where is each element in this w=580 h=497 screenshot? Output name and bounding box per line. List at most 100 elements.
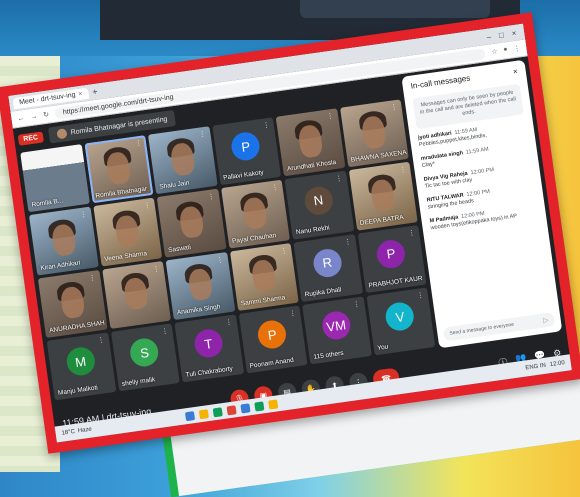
app-icon[interactable]: [226, 404, 237, 415]
participant-name: Manju Malkoti: [57, 384, 99, 397]
chrome-icon[interactable]: [212, 406, 223, 417]
tile-menu-icon[interactable]: ⋮: [289, 309, 297, 318]
close-panel-icon[interactable]: ×: [512, 67, 518, 77]
participant-name: Romila B...: [31, 197, 64, 209]
tile-menu-icon[interactable]: ⋮: [262, 121, 270, 130]
participant-name: Veena Sharma: [103, 249, 148, 263]
participant-tile[interactable]: P ⋮ Pallavi Kakoty: [211, 117, 282, 186]
maximize-button[interactable]: □: [498, 30, 504, 40]
taskbar-clock[interactable]: 12:00: [549, 360, 565, 368]
mail-icon[interactable]: [268, 398, 279, 410]
participant-avatar: V: [384, 300, 416, 333]
tile-menu-icon[interactable]: ⋮: [97, 336, 105, 345]
edge-icon[interactable]: [240, 402, 251, 413]
participant-name: Poonam Anand: [249, 356, 295, 370]
tile-menu-icon[interactable]: ⋮: [416, 291, 425, 300]
participant-tile[interactable]: ⋮ BHAWNA SAXENA: [339, 99, 409, 168]
red-screenshot-frame: Meet - drt-tsuv-ing × + – □ × ← → ↻ http…: [0, 12, 580, 454]
participant-tile[interactable]: ⋮ Romila B...: [20, 144, 90, 213]
participant-tile[interactable]: V ⋮ You: [365, 287, 436, 356]
reload-icon[interactable]: ↻: [43, 110, 50, 119]
participant-tile[interactable]: N ⋮ Nanu Rekhi: [284, 170, 354, 240]
store-icon[interactable]: [254, 400, 265, 412]
participant-name: Shalu Jain: [158, 179, 190, 191]
file-explorer-icon[interactable]: [198, 408, 209, 419]
extension-icons: ☆ ● ⋮: [491, 44, 521, 56]
tile-menu-icon[interactable]: ⋮: [408, 228, 416, 237]
new-tab-button[interactable]: +: [92, 86, 99, 97]
participant-tile[interactable]: ⋮ Saswati: [156, 188, 227, 258]
participant-grid: ⋮ Romila B... ⋮ Romila Bhatnagar ⋮ Shalu Jain…: [20, 99, 436, 401]
participant-name: BHAWNA SAXENA: [350, 149, 408, 165]
tile-menu-icon[interactable]: ⋮: [198, 130, 207, 139]
back-icon[interactable]: ←: [17, 114, 25, 122]
tile-menu-icon[interactable]: ⋮: [390, 103, 398, 112]
tile-menu-icon[interactable]: ⋮: [79, 210, 88, 219]
menu-icon[interactable]: ⋮: [513, 44, 521, 53]
participant-name: PRABHJOT KAUR: [368, 274, 423, 290]
window-controls: – □ ×: [486, 27, 525, 41]
tile-menu-icon[interactable]: ⋮: [152, 264, 160, 273]
participant-tile[interactable]: R ⋮ Rupika Dhall: [293, 233, 363, 302]
participant-avatar: S: [128, 336, 161, 369]
minimize-button[interactable]: –: [486, 32, 492, 42]
close-window-button[interactable]: ×: [511, 28, 517, 38]
tile-menu-icon[interactable]: ⋮: [161, 327, 169, 336]
participant-tile[interactable]: VM ⋮ 115 others: [302, 296, 372, 365]
system-tray: ENG IN 12:00: [525, 359, 571, 371]
participant-tile[interactable]: ⋮ Shalu Jain: [147, 126, 218, 195]
tile-menu-icon[interactable]: ⋮: [88, 273, 96, 282]
tile-menu-icon[interactable]: ⋮: [225, 318, 233, 327]
participant-name: Saswati: [167, 243, 192, 254]
tile-menu-icon[interactable]: ⋮: [271, 183, 279, 192]
profile-icon[interactable]: ●: [503, 46, 508, 55]
participant-avatar: N: [302, 184, 335, 217]
language-indicator[interactable]: ENG IN: [525, 363, 546, 372]
presenter-avatar: [56, 128, 68, 140]
participant-tile[interactable]: ⋮ Anamika Singh: [165, 251, 235, 320]
participant-tile[interactable]: ⋮ Sammi Sharma: [229, 242, 299, 311]
forward-icon[interactable]: →: [30, 113, 38, 121]
participant-tile[interactable]: T ⋮ Tuli Chakraborty: [174, 314, 244, 383]
participant-tile[interactable]: ⋮ Arundhati Khosla: [275, 108, 345, 177]
participant-tile[interactable]: M ⋮ Manju Malkoti: [46, 332, 116, 401]
participant-name: Rupika Dhall: [304, 286, 342, 299]
tab-close-icon[interactable]: ×: [78, 90, 83, 98]
participant-avatar: R: [311, 247, 344, 279]
participant-tile[interactable]: P ⋮ Poonam Anand: [238, 305, 308, 374]
participant-tile[interactable]: ⋮ Payal Chauhan: [220, 179, 290, 249]
participant-name: Tuli Chakraborty: [185, 365, 234, 379]
tile-menu-icon[interactable]: ⋮: [71, 148, 79, 157]
participant-name: Payal Chauhan: [231, 231, 277, 245]
tile-menu-icon[interactable]: ⋮: [135, 139, 143, 148]
tile-menu-icon[interactable]: ⋮: [280, 246, 288, 255]
tile-menu-icon[interactable]: ⋮: [353, 300, 361, 309]
message-input[interactable]: Send a message to everyone ▷: [442, 312, 556, 342]
participant-tile[interactable]: S ⋮ shelly malik: [110, 323, 180, 392]
tile-menu-icon[interactable]: ⋮: [326, 112, 334, 121]
participant-tile[interactable]: P ⋮ PRABHJOT KAUR: [357, 224, 427, 293]
weather-temp: 18°C: [61, 428, 76, 437]
tile-menu-icon[interactable]: ⋮: [344, 237, 352, 246]
participant-tile[interactable]: ⋮ DEEPA BATRA: [348, 161, 418, 231]
send-icon[interactable]: ▷: [543, 316, 549, 325]
participant-avatar: T: [192, 327, 225, 360]
participant-name: You: [376, 343, 389, 352]
tile-menu-icon[interactable]: ⋮: [207, 192, 215, 201]
tile-menu-icon[interactable]: ⋮: [143, 201, 151, 210]
participant-tile[interactable]: ⋮ Kiran Adhikari: [29, 206, 99, 276]
bookmark-icon[interactable]: ☆: [491, 47, 498, 56]
tile-menu-icon[interactable]: ⋮: [399, 165, 407, 174]
tile-menu-icon[interactable]: ⋮: [335, 174, 343, 183]
participant-name: ANURADHA SHAH: [48, 319, 106, 335]
participant-name: Sammi Sharma: [240, 294, 286, 308]
participant-name: Nanu Rekhi: [295, 223, 331, 236]
participant-tile[interactable]: ⋮ Romila Bhatnagar: [84, 135, 154, 204]
participant-tile[interactable]: ⋮: [101, 260, 171, 329]
start-icon[interactable]: [184, 410, 196, 421]
participant-tile[interactable]: ⋮ Veena Sharma: [92, 197, 163, 267]
participant-tile[interactable]: ⋮ ANURADHA SHAH: [37, 269, 108, 338]
tile-menu-icon[interactable]: ⋮: [216, 255, 224, 264]
participant-avatar: P: [229, 130, 262, 163]
participant-avatar: P: [375, 238, 407, 270]
